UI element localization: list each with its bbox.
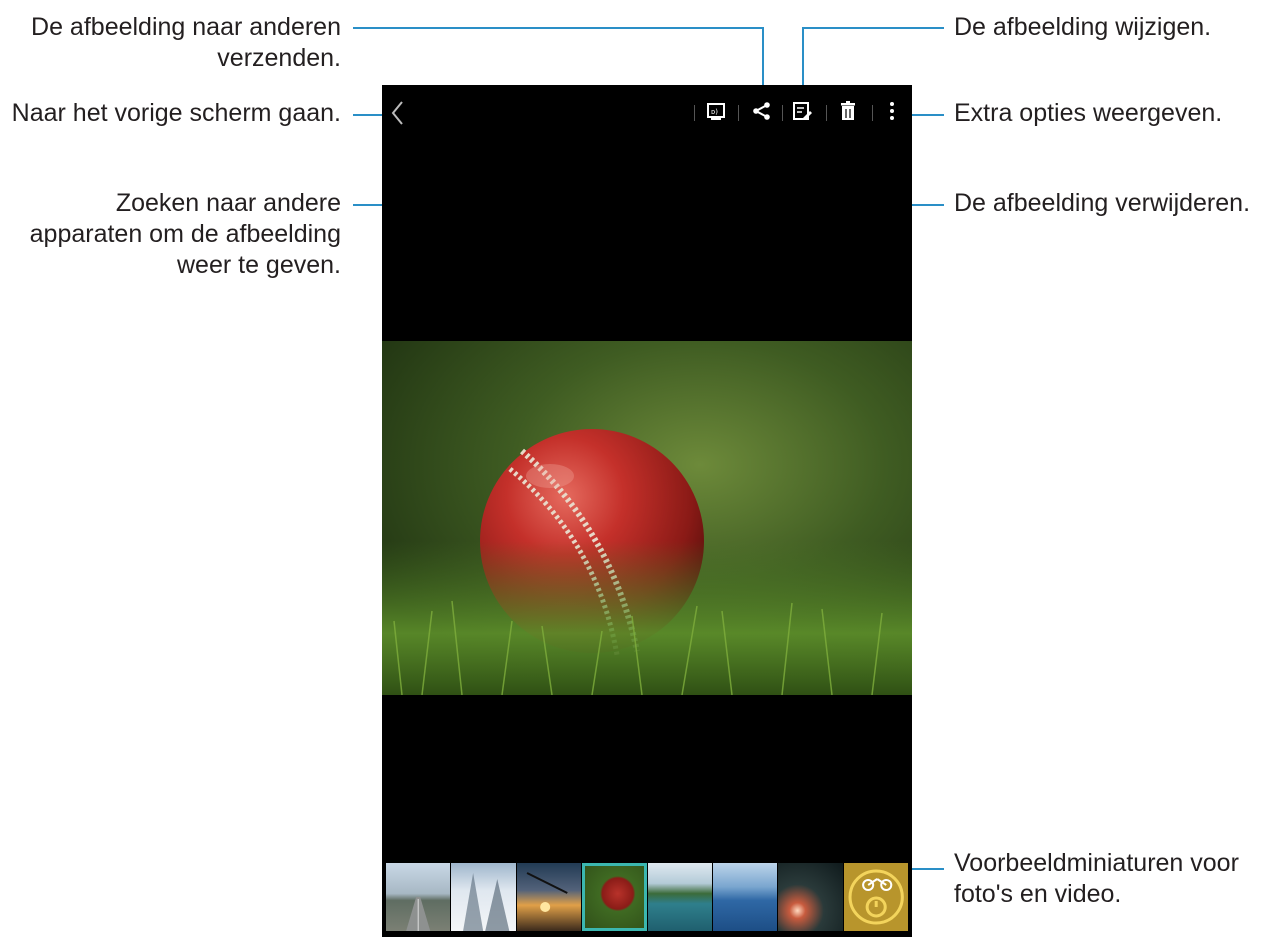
separator (694, 105, 695, 121)
callout-thumbnails: Voorbeeldminiaturen voor foto's en video… (954, 849, 1239, 908)
thumbnail-road-lights[interactable] (778, 863, 843, 931)
thumbnail-lake-island[interactable] (647, 863, 712, 931)
callout-edit: De afbeelding wijzigen. (954, 13, 1212, 41)
callout-more: Extra opties weergeven. (954, 99, 1223, 127)
leader-line-send (353, 27, 763, 29)
separator (826, 105, 827, 121)
callout-delete: De afbeelding verwijderen. (954, 189, 1251, 217)
toolbar: ᴅ) (382, 85, 912, 139)
main-image[interactable] (382, 341, 912, 695)
leader-line-edit (802, 27, 944, 29)
thumbnail-cricket-ball[interactable] (582, 863, 647, 931)
edit-icon[interactable] (788, 97, 816, 125)
thumbnail-snowy-trees[interactable] (451, 863, 516, 931)
share-icon[interactable] (748, 97, 776, 125)
callout-search-devices: Zoeken naar andere apparaten om de afbee… (29, 189, 341, 279)
gallery-screen: ᴅ) (382, 85, 912, 937)
separator (872, 105, 873, 121)
thumbnail-sunset-boat[interactable] (516, 863, 582, 931)
trash-icon[interactable] (834, 97, 862, 125)
svg-text:ᴅ): ᴅ) (711, 108, 718, 116)
more-icon[interactable] (878, 97, 906, 125)
thumbnail-strip (386, 863, 908, 931)
back-icon[interactable] (384, 99, 412, 127)
separator (782, 105, 783, 121)
separator (738, 105, 739, 121)
callout-send: De afbeelding naar anderen verzenden. (31, 13, 341, 72)
callout-back: Naar het vorige scherm gaan. (11, 99, 341, 127)
thumbnail-highway[interactable] (386, 863, 451, 931)
screen-mirror-icon[interactable]: ᴅ) (702, 97, 730, 125)
thumbnail-video-bicycle[interactable] (843, 863, 908, 931)
thumbnail-blue-sea[interactable] (712, 863, 778, 931)
